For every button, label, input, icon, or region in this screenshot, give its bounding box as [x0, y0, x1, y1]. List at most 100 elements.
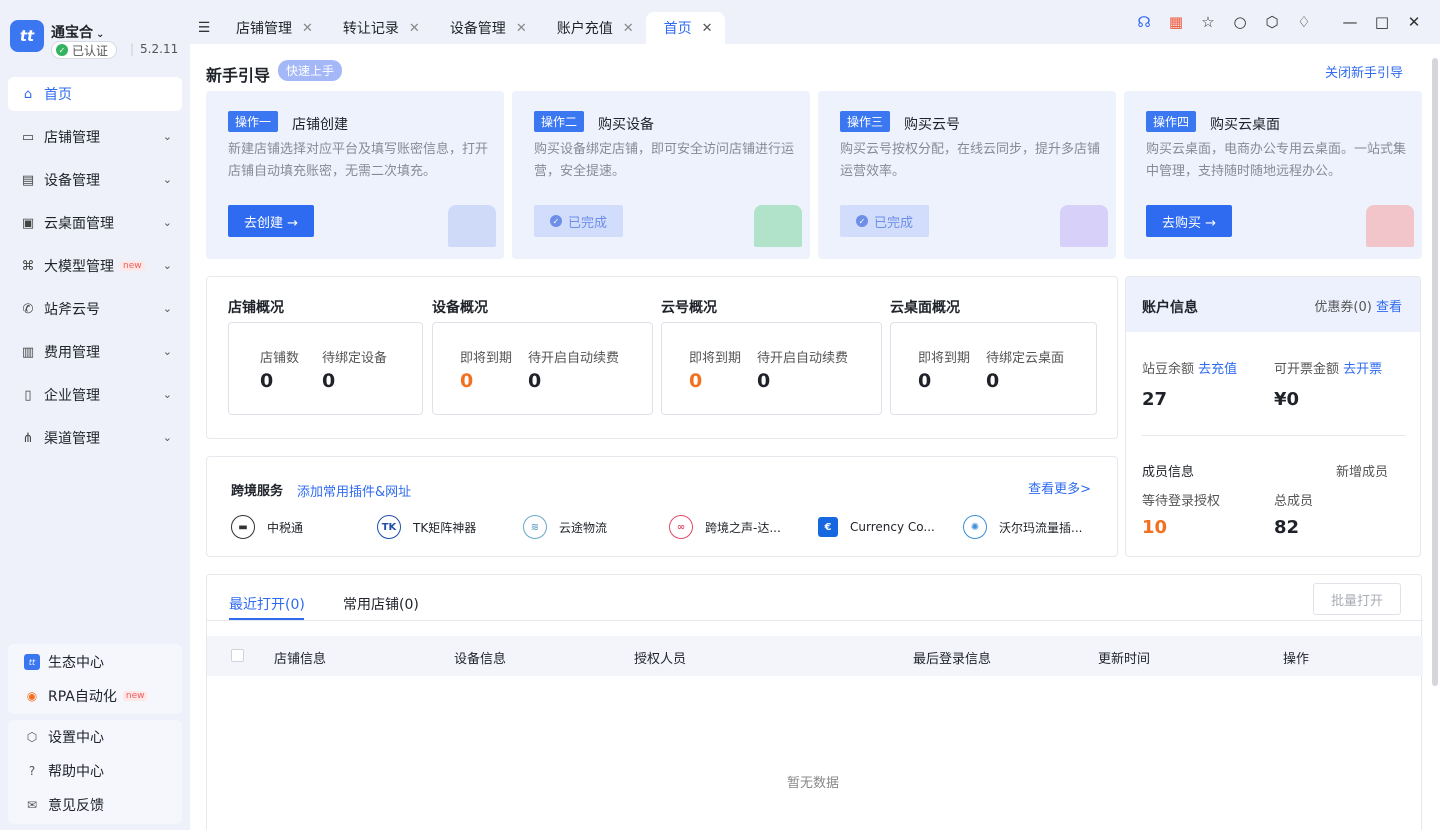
select-all-checkbox[interactable] — [231, 649, 244, 662]
sidebar-item-8[interactable]: ⋔ 渠道管理 ⌄ — [8, 421, 182, 455]
sidebar-item-3[interactable]: ▣ 云桌面管理 ⌄ — [8, 206, 182, 240]
help-item-0[interactable]: ⬡ 设置中心 — [8, 720, 182, 754]
guide-card-4: 操作四 购买云桌面 购买云桌面，电商办公专用云桌面。一站式集中管理，支持随时随地远程… — [1124, 91, 1422, 259]
stat-value: 0 — [528, 370, 542, 392]
eco-item-1[interactable]: ◉ RPA自动化 new — [8, 679, 182, 713]
stat-label: 即将到期 — [460, 351, 513, 366]
service-item-1[interactable]: TK TK矩阵神器 — [377, 515, 476, 539]
coupon-label: 优惠券(0) — [1314, 300, 1372, 315]
sidebar-item-label: 企业管理 — [44, 388, 100, 404]
illustration-icon — [1366, 205, 1414, 247]
settings-icon[interactable]: ⬡ — [1256, 10, 1288, 34]
help-item-2[interactable]: ✉ 意见反馈 — [8, 788, 182, 822]
sidebar-item-1[interactable]: ▭ 店铺管理 ⌄ — [8, 120, 182, 154]
cloud-overview-box: 即将到期 0 待开启自动续费 0 — [661, 322, 882, 415]
store-overview-box: 店铺数 0 待绑定设备 0 — [228, 322, 423, 415]
guide-card-2: 操作二 购买设备 购买设备绑定店铺，即可安全访问店铺进行运营，安全提速。 ✓ 已完成 — [512, 91, 810, 259]
sidebar-item-label: 渠道管理 — [44, 431, 100, 447]
chevron-down-icon: ⌄ — [162, 259, 172, 272]
tab-4[interactable]: 首页 ✕ — [645, 12, 725, 44]
app-logo: tt — [10, 20, 44, 52]
bell-icon[interactable]: ♢ — [1288, 10, 1320, 34]
chevron-down-icon: ⌄ — [162, 388, 172, 401]
tab-0[interactable]: 店铺管理 ✕ — [218, 12, 325, 44]
action-button[interactable]: 去购买 → — [1146, 205, 1233, 237]
minimize-icon[interactable]: — — [1334, 10, 1366, 34]
close-tab-icon[interactable]: ✕ — [516, 21, 527, 36]
tab-label: 转让记录 — [342, 21, 399, 37]
action-button[interactable]: 去创建 → — [228, 205, 315, 237]
device-icon: ▤ — [21, 172, 35, 188]
service-item-0[interactable]: ▬ 中税通 — [231, 515, 303, 539]
sidebar-item-5[interactable]: ✆ 站斧云号 ⌄ — [8, 292, 182, 326]
close-tab-icon[interactable]: ✕ — [623, 21, 634, 36]
column-header: 最后登录信息 — [913, 652, 992, 667]
batch-open-button[interactable]: 批量打开 — [1313, 583, 1401, 615]
step-badge: 操作四 — [1146, 111, 1197, 132]
zhongshuitong-icon: ▬ — [231, 515, 255, 539]
sidebar-item-6[interactable]: ▥ 费用管理 ⌄ — [8, 335, 182, 369]
service-item-5[interactable]: ✺ 沃尔玛流量插... — [963, 515, 1082, 539]
close-tab-icon[interactable]: ✕ — [409, 21, 420, 36]
tab-1[interactable]: 转让记录 ✕ — [325, 12, 432, 44]
headset-icon[interactable]: ☊ — [1128, 10, 1160, 34]
tab-recent[interactable]: 最近打开(0) — [229, 594, 305, 614]
tab-3[interactable]: 账户充值 ✕ — [539, 12, 646, 44]
account-panel: 账户信息 优惠券(0) 查看 站豆余额 去充值 27 可开票金额 去开票 ¥0 … — [1125, 276, 1421, 557]
illustration-icon — [754, 205, 802, 247]
eco-item-icon: ◉ — [26, 689, 38, 703]
close-tab-icon[interactable]: ✕ — [702, 21, 713, 36]
add-plugin-link[interactable]: 添加常用插件&网址 — [297, 481, 411, 500]
sidebar-item-7[interactable]: ▯ 企业管理 ⌄ — [8, 378, 182, 412]
close-tab-icon[interactable]: ✕ — [302, 21, 313, 36]
invoice-label: 可开票金额 — [1274, 362, 1340, 377]
sidebar-item-2[interactable]: ▤ 设备管理 ⌄ — [8, 163, 182, 197]
desktop-overview-title: 云桌面概况 — [890, 300, 960, 316]
pending-value: 10 — [1142, 517, 1168, 538]
close-icon[interactable]: ✕ — [1398, 10, 1430, 34]
eco-item-0[interactable]: tt 生态中心 — [8, 645, 182, 679]
star-icon[interactable]: ☆ — [1192, 10, 1224, 34]
account-switcher[interactable]: 通宝合 ⌄ — [51, 22, 104, 42]
recharge-link[interactable]: 去充值 — [1198, 362, 1237, 377]
sidebar-item-label: 店铺管理 — [44, 130, 100, 146]
add-member-link[interactable]: 新增成员 — [1336, 461, 1388, 480]
close-guide-link[interactable]: 关闭新手引导 — [1325, 62, 1403, 81]
store-icon: ▭ — [21, 129, 35, 145]
service-item-3[interactable]: ∞ 跨境之声-达... — [669, 515, 781, 539]
gift-icon[interactable]: ▦ — [1160, 10, 1192, 34]
help-item-icon: ✉ — [26, 798, 38, 812]
tab-favorites[interactable]: 常用店铺(0) — [343, 594, 419, 614]
scrollbar[interactable] — [1432, 58, 1438, 686]
collapse-sidebar-icon[interactable]: ☰ — [190, 12, 218, 44]
verified-label: 已认证 — [72, 43, 109, 58]
sidebar-nav: ⌂ 首页 ▭ 店铺管理 ⌄ ▤ 设备管理 ⌄ ▣ 云桌面管理 ⌄ ⌘ 大模型管理 new ⌄ ✆ 站斧云号 ⌄ ▥ 费… — [8, 77, 182, 464]
table-header: 店铺信息 设备信息 授权人员 最后登录信息 更新时间 操作 — [207, 636, 1423, 676]
help-item-1[interactable]: ? 帮助中心 — [8, 754, 182, 788]
maximize-icon[interactable]: □ — [1366, 10, 1398, 34]
completed-button[interactable]: ✓ 已完成 — [840, 205, 930, 237]
sidebar-item-label: 大模型管理 — [44, 259, 114, 275]
invoice-link[interactable]: 去开票 — [1343, 362, 1382, 377]
column-header: 更新时间 — [1098, 652, 1151, 667]
completed-button[interactable]: ✓ 已完成 — [534, 205, 624, 237]
service-name: Currency Co... — [850, 520, 935, 534]
stat-value: 0 — [986, 370, 1000, 392]
help-item-label: 意见反馈 — [48, 798, 104, 814]
help-item-icon: ⬡ — [26, 730, 38, 744]
service-item-4[interactable]: € Currency Co... — [818, 515, 935, 539]
sidebar-item-4[interactable]: ⌘ 大模型管理 new ⌄ — [8, 249, 182, 283]
service-item-2[interactable]: ≋ 云途物流 — [523, 515, 607, 539]
tab-2[interactable]: 设备管理 ✕ — [432, 12, 539, 44]
service-name: 沃尔玛流量插... — [999, 520, 1083, 535]
services-panel: 跨境服务 添加常用插件&网址 查看更多> ▬ 中税通 TK TK矩阵神器 ≋ 云途物流 ∞ 跨… — [206, 456, 1118, 557]
view-more-link[interactable]: 查看更多> — [1028, 478, 1091, 497]
divider — [1142, 435, 1406, 436]
view-coupon-link[interactable]: 查看 — [1376, 300, 1402, 315]
step-title: 购买设备 — [598, 117, 654, 133]
model-icon: ⌘ — [21, 258, 35, 274]
sidebar-item-0[interactable]: ⌂ 首页 — [8, 77, 182, 111]
column-header: 操作 — [1283, 652, 1310, 667]
search-icon[interactable]: ○ — [1224, 10, 1256, 34]
yuntu-icon: ≋ — [523, 515, 547, 539]
